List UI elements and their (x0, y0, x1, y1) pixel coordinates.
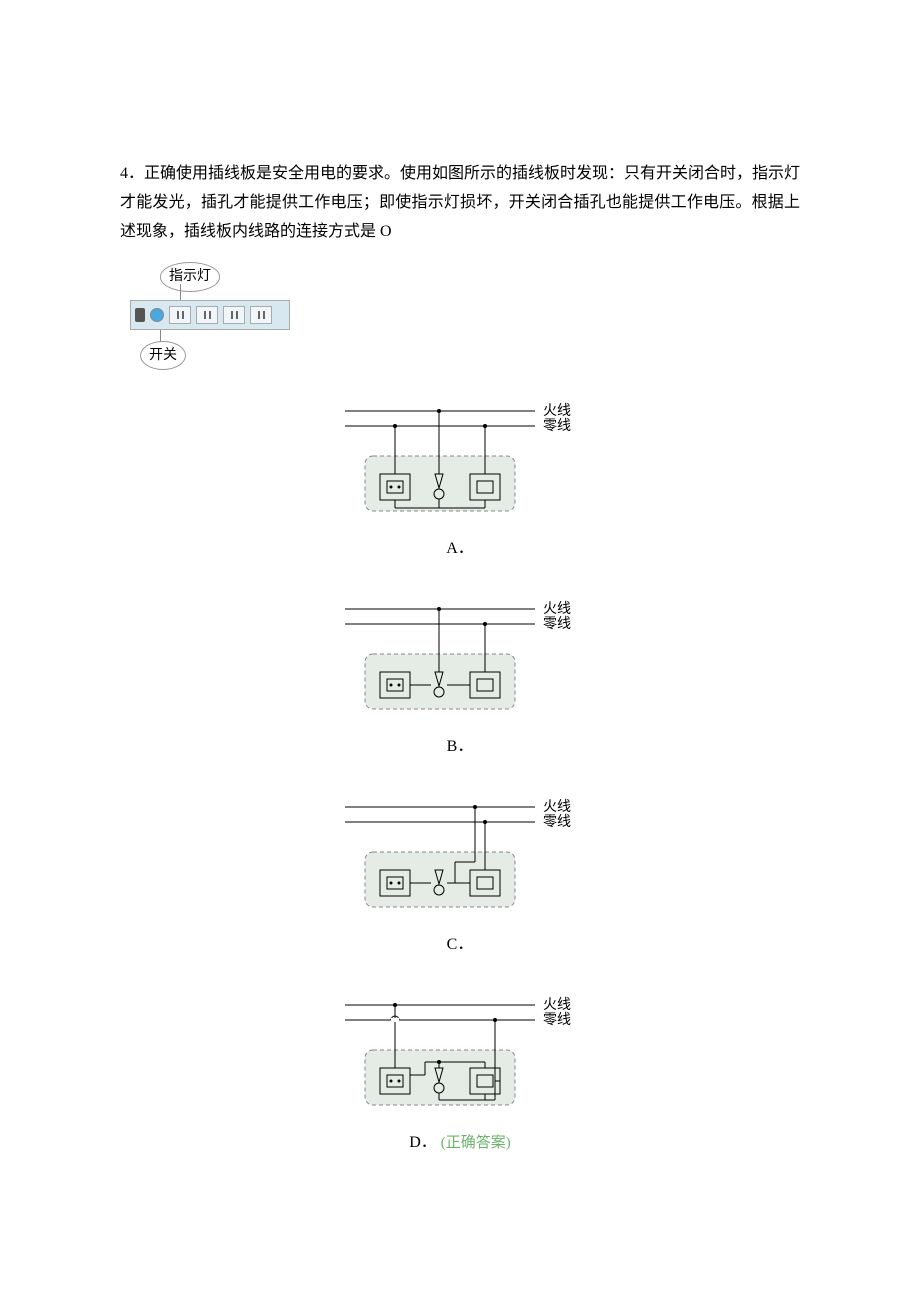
live-label: 火线 (543, 997, 571, 1013)
power-strip-body (130, 300, 290, 330)
option-d: 火线 零线 (310, 990, 610, 1158)
question-text: 4．正确使用插线板是安全用电的要求。使用如图所示的插线板时发现：只有开关闭合时，… (120, 160, 800, 246)
option-label-a: A． (446, 535, 474, 564)
live-label: 火线 (543, 601, 571, 617)
option-b: 火线 零线 B． (310, 594, 610, 762)
strip-socket-icon (250, 306, 272, 324)
strip-socket-icon (223, 306, 245, 324)
circuit-diagram-c: 火线 零线 (325, 792, 595, 927)
circuit-diagram-d: 火线 零线 (325, 990, 595, 1125)
correct-answer-text: (正确答案) (441, 1135, 511, 1151)
option-d-letter: D． (409, 1134, 437, 1151)
circuit-diagram-a: 火线 零线 (325, 396, 595, 531)
indicator-callout: 指示灯 (160, 262, 220, 291)
strip-switch-icon (135, 308, 145, 322)
neutral-label: 零线 (543, 418, 571, 434)
neutral-label: 零线 (543, 814, 571, 830)
question-body: ．正确使用插线板是安全用电的要求。使用如图所示的插线板时发现：只有开关闭合时，指… (120, 165, 800, 240)
circuit-diagram-b: 火线 零线 (325, 594, 595, 729)
strip-socket-icon (169, 306, 191, 324)
option-label-d: D． (正确答案) (409, 1129, 511, 1158)
strip-socket-icon (196, 306, 218, 324)
option-c: 火线 零线 C． (310, 792, 610, 960)
question-number: 4 (120, 165, 128, 182)
neutral-label: 零线 (543, 616, 571, 632)
options-container: 火线 零线 A． (120, 396, 800, 1157)
leader-line-top (180, 284, 181, 300)
option-label-b: B． (447, 733, 474, 762)
live-label: 火线 (543, 403, 571, 419)
option-label-c: C． (447, 931, 474, 960)
live-label: 火线 (543, 799, 571, 815)
neutral-label: 零线 (543, 1012, 571, 1028)
option-a: 火线 零线 A． (310, 396, 610, 564)
switch-callout: 开关 (140, 341, 186, 370)
power-strip-figure: 指示灯 开关 (120, 266, 295, 366)
strip-indicator-icon (150, 308, 164, 322)
